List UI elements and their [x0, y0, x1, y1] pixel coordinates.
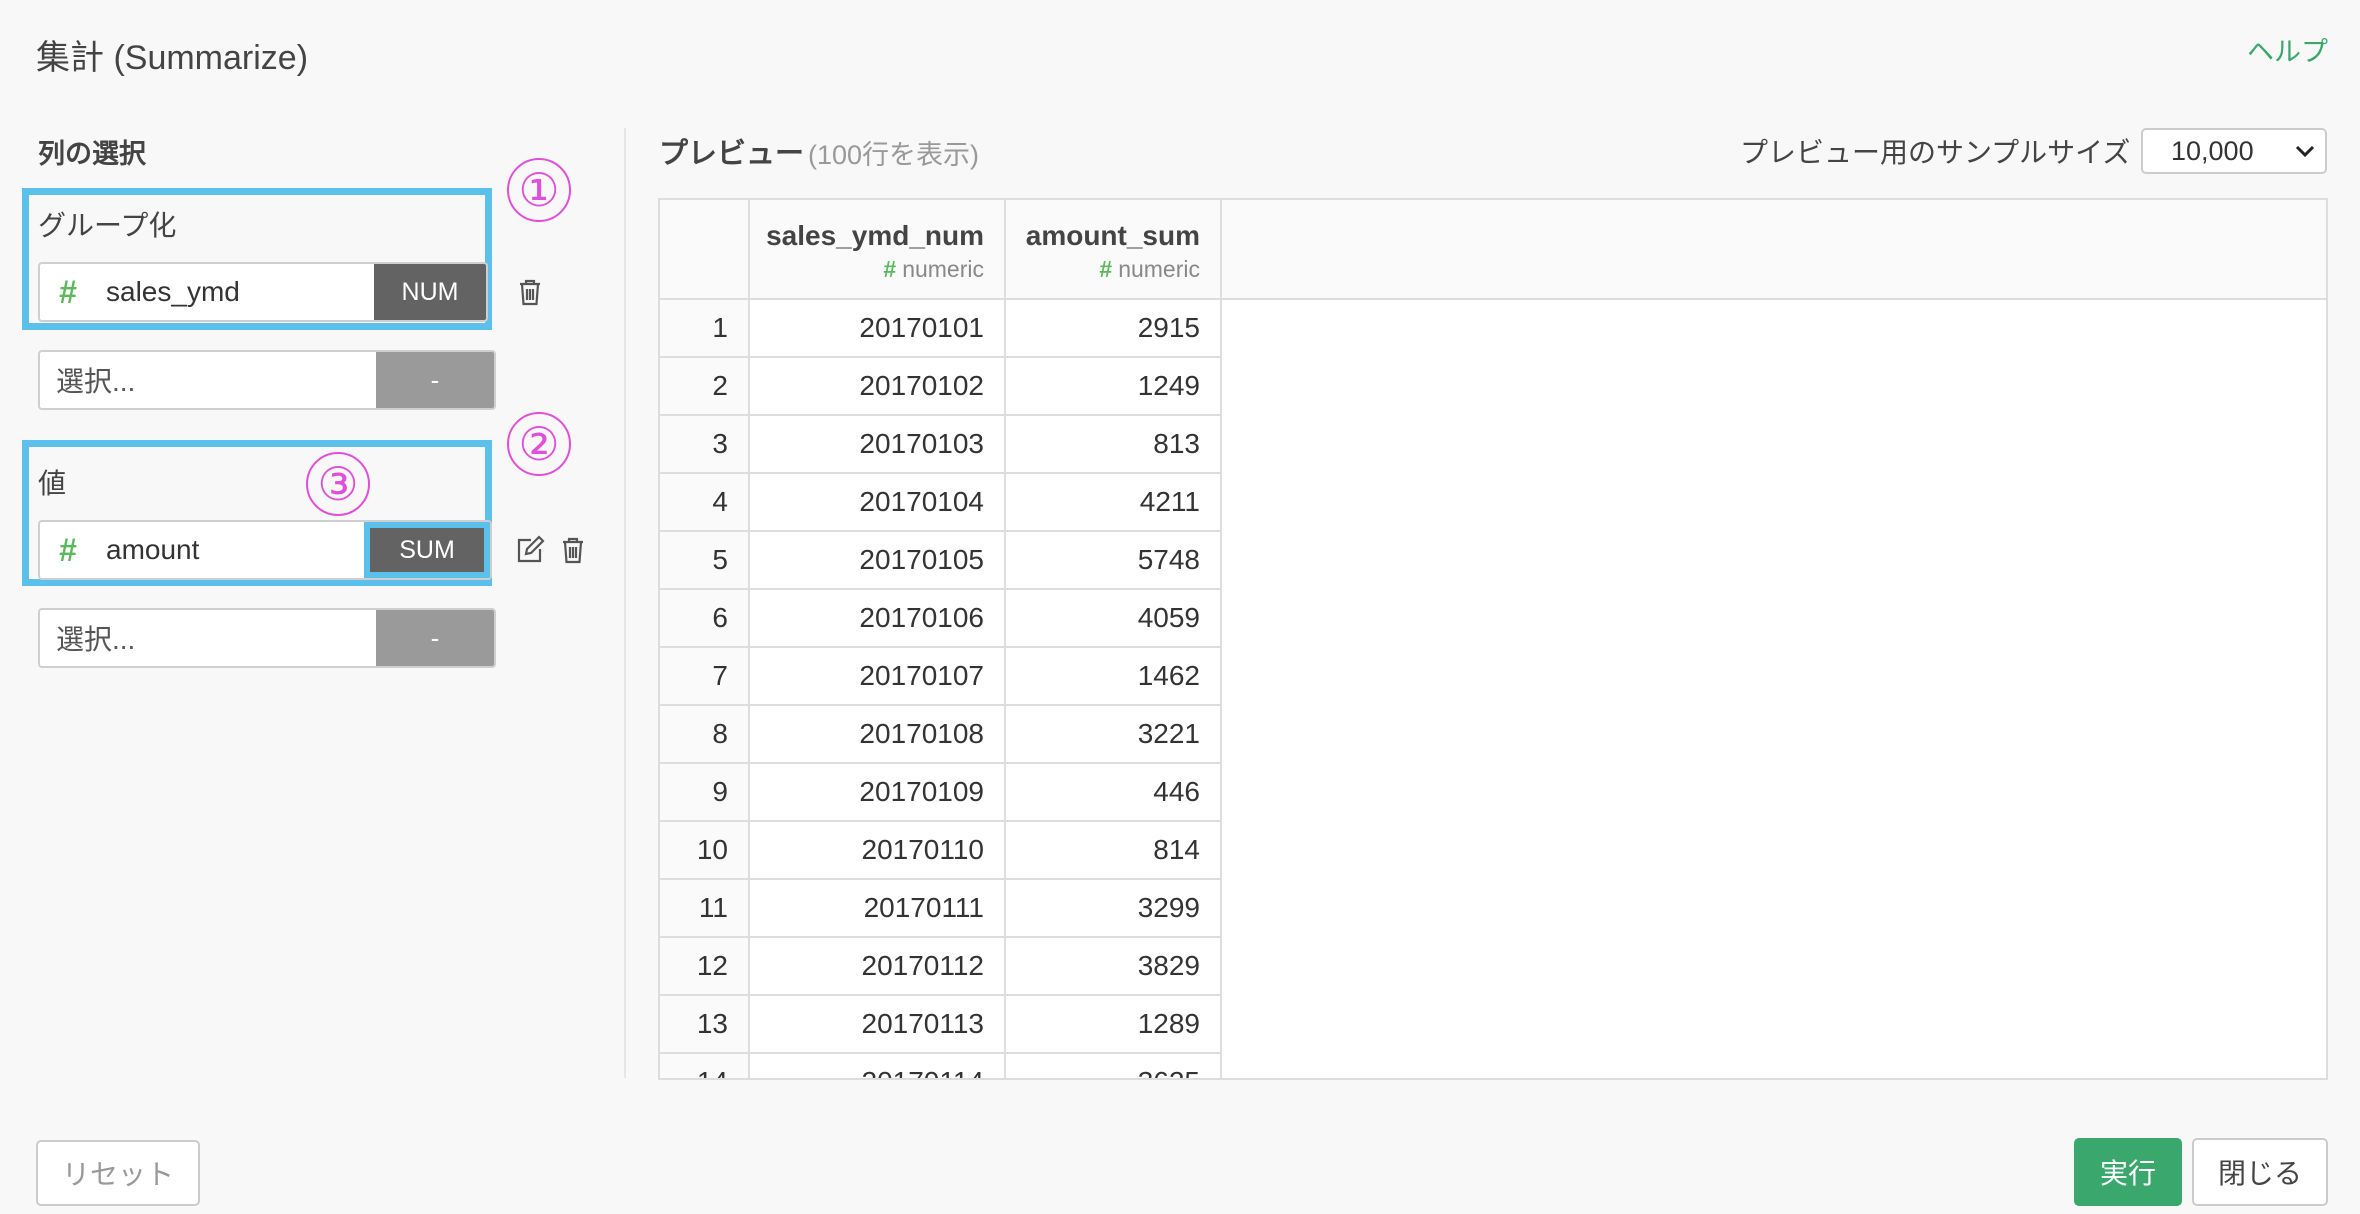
values-label: 値	[38, 468, 67, 499]
help-link[interactable]: ヘルプ	[2247, 30, 2328, 69]
row-number-cell: 3	[660, 416, 750, 474]
annotation-1: ①	[507, 158, 571, 222]
table-cell: 3221	[1006, 706, 1222, 764]
row-number-header	[660, 200, 750, 298]
row-number-cell: 6	[660, 590, 750, 648]
aggregation-tag[interactable]: SUM	[364, 522, 490, 578]
group-column-field[interactable]: # sales_ymd NUM	[38, 262, 488, 322]
group-add-select[interactable]: 選択... -	[38, 350, 496, 410]
table-cell: 1249	[1006, 358, 1222, 416]
table-header: sales_ymd_num # numeric amount_sum # numer…	[660, 200, 2326, 300]
table-cell: 20170113	[750, 996, 1006, 1054]
table-cell: 20170101	[750, 300, 1006, 358]
select-tag: -	[376, 352, 494, 408]
table-cell: 20170109	[750, 764, 1006, 822]
row-number-cell: 7	[660, 648, 750, 706]
column-type-label: numeric	[1118, 256, 1200, 282]
annotation-2: ②	[507, 412, 571, 476]
table-cell: 20170106	[750, 590, 1006, 648]
reset-button[interactable]: リセット	[36, 1140, 200, 1206]
table-cell: 20170111	[750, 880, 1006, 938]
numeric-type-icon: #	[883, 256, 897, 282]
table-cell: 2915	[1006, 300, 1222, 358]
column-type: # numeric	[750, 256, 984, 283]
run-button[interactable]: 実行	[2074, 1138, 2182, 1206]
table-cell: 20170114	[750, 1054, 1006, 1078]
table-cell: 20170108	[750, 706, 1006, 764]
numeric-type-icon: #	[59, 273, 77, 310]
table-cell: 446	[1006, 764, 1222, 822]
row-number-cell: 11	[660, 880, 750, 938]
value-column-field[interactable]: # amount SUM	[38, 520, 492, 580]
column-selection-label: 列の選択	[38, 139, 146, 169]
delete-group-button[interactable]	[512, 272, 548, 312]
sample-size-value: 10,000	[2171, 135, 2254, 166]
column-type-label: numeric	[902, 256, 984, 282]
table-cell: 4059	[1006, 590, 1222, 648]
value-column-name: amount	[106, 534, 200, 565]
row-number-cell: 1	[660, 300, 750, 358]
table-cell: 20170112	[750, 938, 1006, 996]
select-placeholder: 選択...	[56, 366, 136, 397]
table-cell: 813	[1006, 416, 1222, 474]
group-by-label: グループ化	[38, 210, 177, 241]
annotation-3: ③	[306, 452, 370, 516]
preview-table[interactable]: sales_ymd_num # numeric amount_sum # numer…	[658, 198, 2328, 1080]
row-number-cell: 8	[660, 706, 750, 764]
table-cell: 3625	[1006, 1054, 1222, 1078]
panel-divider	[624, 128, 626, 1078]
edit-icon	[517, 535, 545, 563]
table-cell: 20170102	[750, 358, 1006, 416]
column-header[interactable]: sales_ymd_num # numeric	[750, 200, 1006, 298]
table-cell: 5748	[1006, 532, 1222, 590]
preview-title: プレビュー	[659, 138, 805, 170]
table-cell: 3829	[1006, 938, 1222, 996]
trash-icon	[520, 279, 540, 306]
table-cell: 20170110	[750, 822, 1006, 880]
delete-value-button[interactable]	[555, 530, 591, 570]
column-header[interactable]: amount_sum # numeric	[1006, 200, 1222, 298]
group-column-tag[interactable]: NUM	[374, 264, 486, 320]
value-add-select[interactable]: 選択... -	[38, 608, 496, 668]
table-cell: 1289	[1006, 996, 1222, 1054]
sample-size-select[interactable]: 10,000	[2141, 128, 2327, 174]
trash-icon	[563, 537, 583, 564]
select-tag: -	[376, 610, 494, 666]
table-cell: 1462	[1006, 648, 1222, 706]
table-cell: 20170107	[750, 648, 1006, 706]
table-cell: 20170105	[750, 532, 1006, 590]
select-placeholder: 選択...	[56, 624, 136, 655]
row-number-cell: 2	[660, 358, 750, 416]
close-button[interactable]: 閉じる	[2192, 1138, 2328, 1206]
numeric-type-icon: #	[59, 531, 77, 568]
table-cell: 20170104	[750, 474, 1006, 532]
table-cell: 4211	[1006, 474, 1222, 532]
row-number-cell: 10	[660, 822, 750, 880]
column-name: sales_ymd_num	[766, 220, 984, 251]
row-number-cell: 13	[660, 996, 750, 1054]
chevron-down-icon	[2295, 145, 2315, 158]
row-number-cell: 4	[660, 474, 750, 532]
numeric-type-icon: #	[1099, 256, 1113, 282]
row-number-cell: 9	[660, 764, 750, 822]
column-name: amount_sum	[1025, 220, 1200, 251]
row-number-cell: 14	[660, 1054, 750, 1078]
row-number-cell: 5	[660, 532, 750, 590]
sample-size-label: プレビュー用のサンプルサイズ	[1740, 137, 2131, 168]
group-column-name: sales_ymd	[106, 276, 240, 307]
table-cell: 20170103	[750, 416, 1006, 474]
table-cell: 3299	[1006, 880, 1222, 938]
preview-row-count: (100行を表示)	[808, 140, 980, 170]
edit-value-button[interactable]	[512, 530, 548, 570]
row-number-cell: 12	[660, 938, 750, 996]
column-type: # numeric	[1006, 256, 1200, 283]
table-cell: 814	[1006, 822, 1222, 880]
dialog-title: 集計 (Summarize)	[36, 39, 309, 77]
